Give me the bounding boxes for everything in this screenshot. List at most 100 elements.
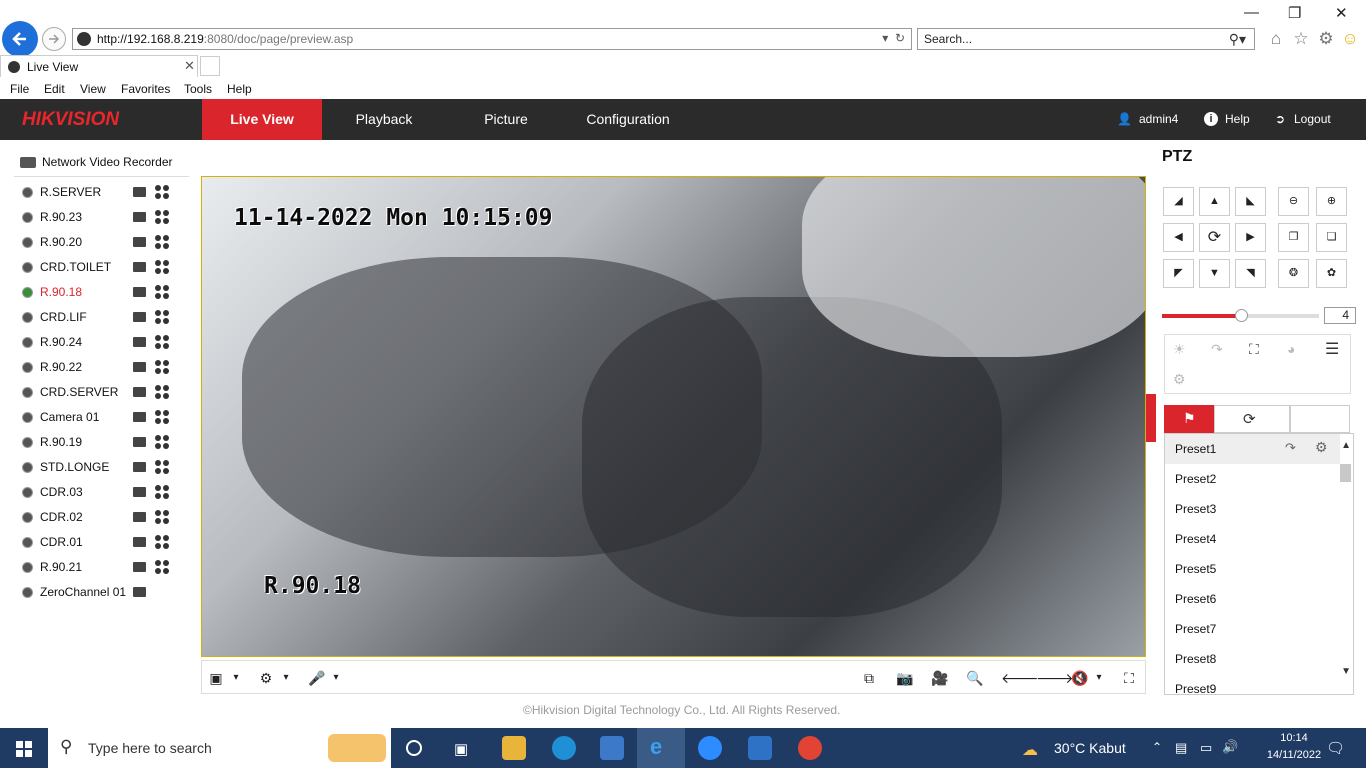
tab-live-view-nav[interactable]: Live View — [202, 99, 322, 140]
taskbar-active-app[interactable]: e — [637, 728, 685, 768]
volume-icon[interactable]: 🔊 — [1222, 739, 1238, 755]
next-page-icon[interactable]: 🡒 — [1036, 670, 1074, 686]
logout-link[interactable]: Logout — [1294, 112, 1331, 126]
stream-settings-icon[interactable] — [154, 284, 170, 300]
ptz-up-icon[interactable]: ▲ — [1199, 187, 1230, 216]
preset-item[interactable]: Preset8 — [1165, 644, 1340, 674]
focus-assist-icon[interactable]: ⛶ — [1249, 341, 1259, 358]
chevron-down-icon[interactable]: ▾ — [278, 670, 294, 686]
ptz-down-icon[interactable]: ▼ — [1199, 259, 1230, 288]
camera-item[interactable]: STD.LONGE — [20, 457, 190, 481]
start-live-icon[interactable] — [133, 387, 146, 397]
preset-item[interactable]: Preset4 — [1165, 524, 1340, 554]
start-live-icon[interactable] — [133, 412, 146, 422]
start-live-icon[interactable] — [133, 462, 146, 472]
ptz-up-right-icon[interactable]: ◣ — [1235, 187, 1266, 216]
start-button[interactable] — [0, 728, 48, 768]
camera-item[interactable]: R.90.22 — [20, 357, 190, 381]
start-live-icon[interactable] — [133, 437, 146, 447]
clock-date[interactable]: 14/11/2022 — [1262, 749, 1326, 761]
preset-item[interactable]: Preset2 — [1165, 464, 1340, 494]
start-live-icon[interactable] — [133, 262, 146, 272]
favorites-star-icon[interactable]: ☆ — [1291, 29, 1311, 49]
focus-near-icon[interactable]: ❐ — [1278, 223, 1309, 252]
menu-favorites[interactable]: Favorites — [121, 82, 170, 96]
tab-configuration[interactable]: Configuration — [568, 99, 688, 140]
stream-settings-icon[interactable] — [154, 334, 170, 350]
start-live-icon[interactable] — [133, 562, 146, 572]
ptz-auto-icon[interactable]: ⟳ — [1199, 223, 1230, 252]
stream-settings-icon[interactable] — [154, 409, 170, 425]
wiper-icon[interactable]: ↷ — [1211, 341, 1223, 358]
stream-settings-icon[interactable] — [154, 484, 170, 500]
minimize-icon[interactable]: — — [1244, 4, 1259, 21]
menu-tools[interactable]: Tools — [184, 82, 212, 96]
stream-type-icon[interactable]: ⚙ — [258, 670, 274, 686]
camera-item[interactable]: R.90.21 — [20, 557, 190, 581]
clock-time[interactable]: 10:14 — [1262, 732, 1326, 744]
preset-item[interactable]: Preset7 — [1165, 614, 1340, 644]
microphone-icon[interactable]: 🎤 — [308, 670, 325, 686]
close-icon[interactable]: ✕ — [1335, 4, 1348, 22]
tab-picture[interactable]: Picture — [446, 99, 566, 140]
camera-item[interactable]: R.90.19 — [20, 432, 190, 456]
taskbar-search-placeholder[interactable]: Type here to search — [88, 740, 212, 756]
fullscreen-icon[interactable]: ⛶ — [1121, 670, 1137, 686]
iris-open-icon[interactable]: ❂ — [1278, 259, 1309, 288]
speed-value[interactable]: 4 — [1324, 307, 1356, 324]
forward-button[interactable] — [42, 27, 66, 51]
tab-live-view[interactable]: Live View ✕ — [0, 55, 198, 77]
panel-collapse-handle[interactable] — [1146, 394, 1156, 442]
camera-item[interactable]: CDR.03 — [20, 482, 190, 506]
tab-playback[interactable]: Playback — [324, 99, 444, 140]
network-icon[interactable]: ▤ — [1175, 740, 1187, 756]
tab-patrol[interactable]: ⟳ — [1214, 405, 1290, 433]
stream-settings-icon[interactable] — [154, 359, 170, 375]
zoom-app-icon[interactable] — [698, 736, 722, 760]
ptz-right-icon[interactable]: ▶ — [1235, 223, 1266, 252]
stream-settings-icon[interactable] — [154, 534, 170, 550]
lens-init-icon[interactable]: ◕ — [1287, 341, 1295, 357]
preset-item[interactable]: Preset1 ↷ ⚙ — [1165, 434, 1340, 464]
chevron-down-icon[interactable]: ▾ — [228, 670, 244, 686]
start-live-icon[interactable] — [133, 237, 146, 247]
tree-root-label[interactable]: Network Video Recorder — [42, 155, 173, 169]
chevron-down-icon[interactable]: ▾ — [328, 670, 344, 686]
stream-settings-icon[interactable] — [154, 509, 170, 525]
stream-settings-icon[interactable] — [154, 209, 170, 225]
search-input[interactable]: Search... — [924, 32, 972, 46]
camera-item[interactable]: CRD.LIF — [20, 307, 190, 331]
stream-settings-icon[interactable] — [154, 234, 170, 250]
focus-far-icon[interactable]: ❏ — [1316, 223, 1347, 252]
start-live-icon[interactable] — [133, 287, 146, 297]
camera-item[interactable]: R.90.20 — [20, 232, 190, 256]
scrollbar-thumb[interactable] — [1340, 464, 1351, 482]
preset-item[interactable]: Preset5 — [1165, 554, 1340, 584]
ptz-left-icon[interactable]: ◀ — [1163, 223, 1194, 252]
menu-edit[interactable]: Edit — [44, 82, 65, 96]
new-tab-button[interactable] — [200, 56, 220, 76]
preset-item[interactable]: Preset6 — [1165, 584, 1340, 614]
gear-icon[interactable]: ⚙ — [1316, 29, 1336, 49]
tab-preset[interactable]: ⚑ — [1164, 405, 1214, 433]
back-button[interactable] — [2, 21, 38, 57]
scroll-down-icon[interactable]: ▼ — [1341, 666, 1351, 677]
prev-page-icon[interactable]: 🡐 — [1001, 670, 1039, 686]
start-live-icon[interactable] — [133, 587, 146, 597]
zoom-out-icon[interactable]: ⊖ — [1278, 187, 1309, 216]
camera-item[interactable]: ZeroChannel 01 — [20, 582, 190, 606]
light-icon[interactable]: ☀ — [1173, 341, 1186, 358]
tab-pattern[interactable] — [1290, 405, 1350, 433]
ptz-down-left-icon[interactable]: ◤ — [1163, 259, 1194, 288]
menu-help[interactable]: Help — [227, 82, 252, 96]
gear-icon[interactable]: ⚙ — [1315, 439, 1328, 456]
start-live-icon[interactable] — [133, 187, 146, 197]
close-icon[interactable]: ✕ — [184, 58, 195, 74]
file-explorer-icon[interactable] — [502, 736, 526, 760]
menu-icon[interactable]: ☰ — [1325, 339, 1339, 359]
start-live-icon[interactable] — [133, 212, 146, 222]
iris-close-icon[interactable]: ✿ — [1316, 259, 1347, 288]
camera-item[interactable]: R.SERVER — [20, 182, 190, 206]
notification-icon[interactable]: 🗨 — [1326, 739, 1345, 757]
user-name[interactable]: admin4 — [1139, 112, 1178, 126]
